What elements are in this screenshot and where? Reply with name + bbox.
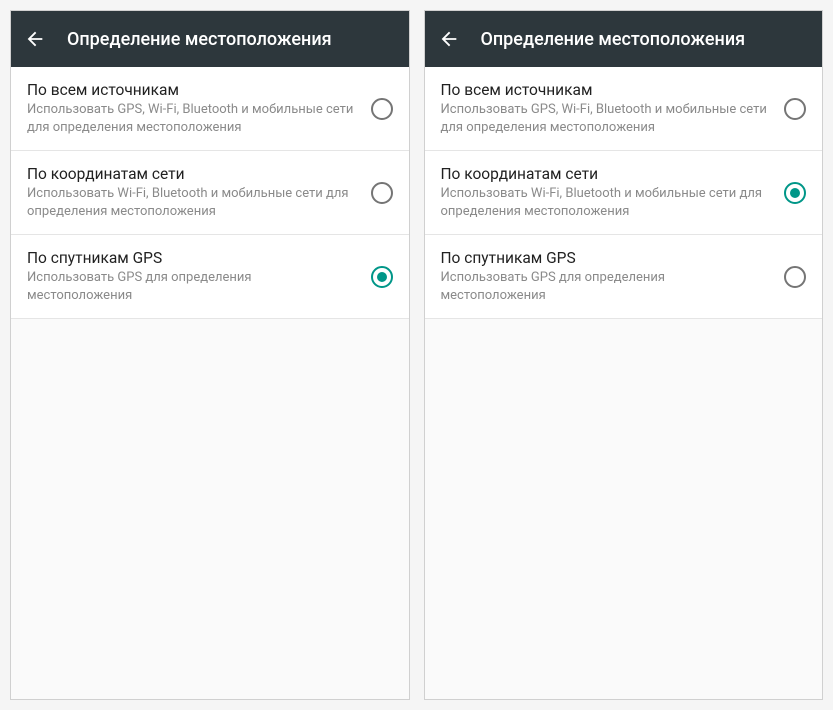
radio-button[interactable] (371, 98, 393, 120)
radio-button[interactable] (371, 182, 393, 204)
arrow-back-icon (438, 28, 460, 50)
option-subtitle: Использовать GPS для определения местопо… (27, 269, 359, 304)
option-title: По всем источникам (27, 81, 359, 99)
option-text: По всем источникам Использовать GPS, Wi-… (27, 81, 371, 136)
radio-button[interactable] (784, 266, 806, 288)
option-gps-only[interactable]: По спутникам GPS Использовать GPS для оп… (11, 235, 409, 319)
option-text: По координатам сети Использовать Wi-Fi, … (27, 165, 371, 220)
option-subtitle: Использовать Wi-Fi, Bluetooth и мобильны… (441, 185, 773, 220)
option-title: По координатам сети (441, 165, 773, 183)
option-subtitle: Использовать GPS, Wi-Fi, Bluetooth и моб… (441, 101, 773, 136)
option-high-accuracy[interactable]: По всем источникам Использовать GPS, Wi-… (425, 67, 823, 151)
option-network[interactable]: По координатам сети Использовать Wi-Fi, … (11, 151, 409, 235)
option-network[interactable]: По координатам сети Использовать Wi-Fi, … (425, 151, 823, 235)
option-title: По координатам сети (27, 165, 359, 183)
option-title: По спутникам GPS (27, 249, 359, 267)
options-list: По всем источникам Использовать GPS, Wi-… (11, 67, 409, 699)
option-text: По координатам сети Использовать Wi-Fi, … (441, 165, 785, 220)
phone-screen-left: Определение местоположения По всем источ… (10, 10, 410, 700)
option-text: По всем источникам Использовать GPS, Wi-… (441, 81, 785, 136)
option-high-accuracy[interactable]: По всем источникам Использовать GPS, Wi-… (11, 67, 409, 151)
appbar: Определение местоположения (425, 11, 823, 67)
option-subtitle: Использовать GPS для определения местопо… (441, 269, 773, 304)
option-title: По спутникам GPS (441, 249, 773, 267)
radio-button[interactable] (371, 266, 393, 288)
option-title: По всем источникам (441, 81, 773, 99)
back-button[interactable] (437, 27, 461, 51)
phone-screen-right: Определение местоположения По всем источ… (424, 10, 824, 700)
page-title: Определение местоположения (481, 29, 746, 50)
page-title: Определение местоположения (67, 29, 332, 50)
option-text: По спутникам GPS Использовать GPS для оп… (27, 249, 371, 304)
option-gps-only[interactable]: По спутникам GPS Использовать GPS для оп… (425, 235, 823, 319)
option-text: По спутникам GPS Использовать GPS для оп… (441, 249, 785, 304)
radio-button[interactable] (784, 98, 806, 120)
radio-button[interactable] (784, 182, 806, 204)
back-button[interactable] (23, 27, 47, 51)
arrow-back-icon (24, 28, 46, 50)
option-subtitle: Использовать Wi-Fi, Bluetooth и мобильны… (27, 185, 359, 220)
option-subtitle: Использовать GPS, Wi-Fi, Bluetooth и моб… (27, 101, 359, 136)
appbar: Определение местоположения (11, 11, 409, 67)
options-list: По всем источникам Использовать GPS, Wi-… (425, 67, 823, 699)
